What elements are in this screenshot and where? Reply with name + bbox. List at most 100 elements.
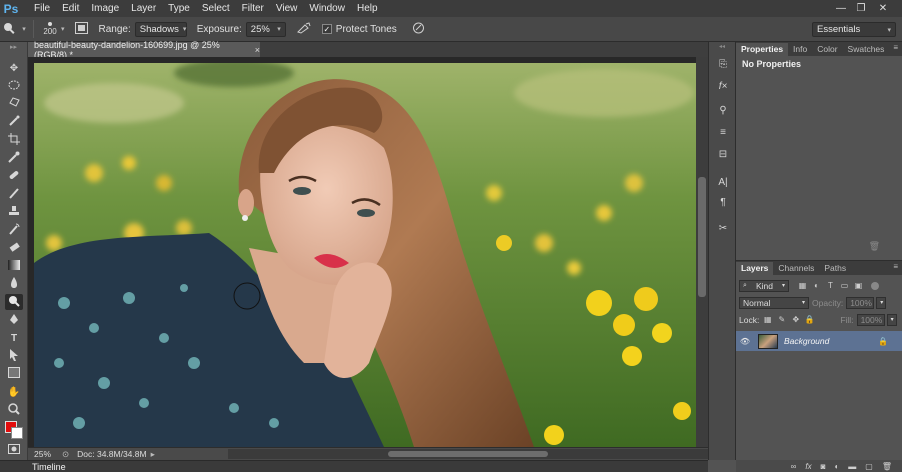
vertical-scroll-thumb[interactable]: [698, 177, 706, 297]
pressure-size-toggle[interactable]: [407, 22, 431, 37]
tool-preset-picker[interactable]: ▾: [0, 21, 28, 38]
tab-properties[interactable]: Properties: [736, 43, 789, 56]
paragraph-panel-button[interactable]: ¶: [714, 194, 732, 210]
menu-file[interactable]: File: [28, 0, 56, 17]
blur-tool[interactable]: [5, 276, 23, 292]
marquee-tool[interactable]: [5, 78, 23, 94]
protect-tones-option[interactable]: ✓ Protect Tones: [321, 24, 401, 35]
quick-mask-button[interactable]: [5, 442, 23, 458]
filter-shape-icon[interactable]: ▭: [839, 280, 850, 291]
pen-tool[interactable]: [5, 312, 23, 328]
menu-edit[interactable]: Edit: [56, 0, 85, 17]
filter-adjustment-icon[interactable]: ◐: [811, 280, 822, 291]
status-menu-arrow-icon[interactable]: ▸: [151, 449, 155, 460]
layer-filter-dropdown[interactable]: ⌕ Kind ▾: [739, 279, 789, 292]
filter-pixel-icon[interactable]: ▦: [797, 280, 808, 291]
menu-filter[interactable]: Filter: [236, 0, 270, 17]
status-info-icon[interactable]: ⊙: [62, 449, 69, 460]
gradient-tool[interactable]: [5, 258, 23, 274]
menu-layer[interactable]: Layer: [125, 0, 162, 17]
lock-all-icon[interactable]: 🔒: [804, 314, 815, 325]
menu-select[interactable]: Select: [196, 0, 236, 17]
history-brush-tool[interactable]: [5, 222, 23, 238]
brush-tool[interactable]: [5, 186, 23, 202]
airbrush-toggle[interactable]: [292, 21, 316, 37]
tab-paths[interactable]: Paths: [819, 262, 851, 275]
document-image[interactable]: [34, 63, 696, 447]
panel-menu-icon[interactable]: ≡: [893, 262, 898, 271]
opacity-slider-toggle[interactable]: ▾: [876, 296, 887, 309]
filter-toggle-icon[interactable]: [871, 281, 879, 290]
tab-layers[interactable]: Layers: [736, 262, 774, 275]
new-group-icon[interactable]: ▬: [848, 462, 856, 471]
exposure-dropdown[interactable]: 25% ▾: [245, 21, 286, 37]
tab-channels[interactable]: Channels: [773, 262, 819, 275]
crop-tool[interactable]: [5, 132, 23, 148]
close-window-button[interactable]: ✕: [874, 1, 892, 15]
trash-icon[interactable]: 🗑: [882, 462, 892, 471]
filter-type-icon[interactable]: T: [825, 280, 836, 291]
tool-presets-button[interactable]: ✂: [714, 220, 732, 236]
fill-input[interactable]: 100%: [856, 313, 885, 326]
zoom-tool[interactable]: [5, 402, 23, 418]
background-color-swatch[interactable]: [11, 427, 23, 439]
burn-tool[interactable]: [5, 294, 23, 310]
vertical-scrollbar[interactable]: [696, 57, 708, 447]
eraser-tool[interactable]: [5, 240, 23, 256]
lock-image-icon[interactable]: ✎: [776, 314, 787, 325]
panel-grip[interactable]: ▸▸: [0, 42, 27, 52]
shape-tool[interactable]: [5, 366, 23, 382]
character-panel-button[interactable]: A|: [714, 174, 732, 190]
tab-info[interactable]: Info: [788, 43, 812, 56]
panel-menu-icon[interactable]: ≡: [893, 43, 898, 52]
document-tab[interactable]: beautiful-beauty-dandelion-160699.jpg @ …: [28, 40, 260, 60]
lasso-tool[interactable]: [5, 96, 23, 112]
eye-icon[interactable]: 👁: [736, 337, 754, 346]
healing-tool[interactable]: [5, 168, 23, 184]
workspace-dropdown[interactable]: Essentials ▾: [812, 22, 896, 37]
protect-tones-checkbox[interactable]: ✓: [321, 24, 332, 34]
path-select-tool[interactable]: [5, 348, 23, 364]
fill-slider-toggle[interactable]: ▾: [886, 313, 897, 326]
clone-stamp-tool[interactable]: [5, 204, 23, 220]
menu-help[interactable]: Help: [351, 0, 384, 17]
brush-panel-button[interactable]: ≡: [714, 124, 732, 140]
type-tool[interactable]: T: [5, 330, 23, 346]
panel-grip[interactable]: ◂◂: [709, 42, 735, 50]
layer-row-background[interactable]: 👁 Background 🔒: [736, 331, 902, 351]
menu-window[interactable]: Window: [303, 0, 351, 17]
horizontal-scrollbar[interactable]: [228, 449, 720, 459]
trash-icon[interactable]: 🗑: [869, 241, 880, 252]
brush-size-picker[interactable]: 200: [39, 22, 61, 36]
history-panel-button[interactable]: ⎘: [714, 56, 732, 72]
new-layer-icon[interactable]: ▢: [865, 462, 873, 471]
brush-panel-toggle[interactable]: [71, 21, 93, 37]
lock-position-icon[interactable]: ✥: [790, 314, 801, 325]
minimize-button[interactable]: —: [832, 1, 850, 15]
new-adjustment-icon[interactable]: ◐: [834, 462, 839, 471]
lock-transparent-icon[interactable]: ▦: [762, 314, 773, 325]
actions-panel-button[interactable]: f×: [714, 78, 732, 94]
menu-type[interactable]: Type: [162, 0, 196, 17]
tab-color[interactable]: Color: [812, 43, 842, 56]
zoom-level[interactable]: 25%: [34, 449, 62, 459]
tab-swatches[interactable]: Swatches: [843, 43, 890, 56]
link-layers-icon[interactable]: ∞: [791, 462, 797, 471]
range-dropdown[interactable]: Shadows ▾: [134, 21, 187, 37]
restore-button[interactable]: ❐: [852, 1, 870, 15]
chevron-down-icon[interactable]: ▾: [61, 25, 65, 33]
eyedropper-tool[interactable]: [5, 150, 23, 166]
brush-presets-button[interactable]: ⚲: [714, 102, 732, 118]
layer-style-icon[interactable]: fx: [805, 462, 811, 471]
quick-select-tool[interactable]: [5, 114, 23, 130]
horizontal-scroll-thumb[interactable]: [388, 451, 548, 457]
menu-view[interactable]: View: [270, 0, 304, 17]
filter-smart-object-icon[interactable]: ▣: [853, 280, 864, 291]
clone-source-button[interactable]: ⊟: [714, 146, 732, 162]
close-icon[interactable]: ×: [255, 45, 260, 55]
opacity-input[interactable]: 100%: [846, 296, 875, 309]
timeline-panel-tab[interactable]: Timeline: [0, 460, 708, 472]
blend-mode-dropdown[interactable]: Normal ▾: [739, 296, 809, 309]
hand-tool[interactable]: ✋: [5, 384, 23, 400]
add-mask-icon[interactable]: ◙: [821, 462, 826, 471]
